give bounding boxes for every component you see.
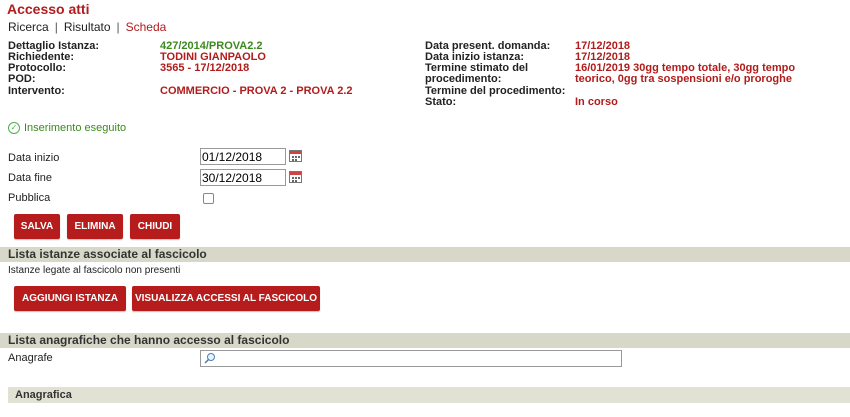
label-termine-procedimento: Termine del procedimento: xyxy=(425,85,566,97)
label-pod: POD: xyxy=(8,73,36,85)
label-dettaglio-istanza: Dettaglio Istanza: xyxy=(8,40,100,52)
value-data-present-domanda: 17/12/2018 xyxy=(575,40,631,52)
salva-button[interactable]: SALVA xyxy=(14,214,60,239)
label-anagrafe: Anagrafe xyxy=(8,352,53,364)
label-pubblica: Pubblica xyxy=(8,192,51,204)
value-termine-stimato: 16/01/2019 30gg tempo totale, 30gg tempo xyxy=(575,62,796,74)
label-termine-stimato: Termine stimato del xyxy=(425,62,529,74)
value-dettaglio-istanza: 427/2014/PROVA2.2 xyxy=(160,40,263,52)
breadcrumb-scheda[interactable]: Scheda xyxy=(126,20,167,34)
instance-details: Dettaglio Istanza: 427/2014/PROVA2.2 Ric… xyxy=(0,41,850,111)
value-data-inizio-istanza: 17/12/2018 xyxy=(575,51,631,63)
chiudi-button[interactable]: CHIUDI xyxy=(130,214,180,239)
visualizza-accessi-button[interactable]: VISUALIZZA ACCESSI AL FASCICOLO xyxy=(132,286,320,311)
data-inizio-input[interactable] xyxy=(200,148,286,165)
value-protocollo: 3565 - 17/12/2018 xyxy=(160,62,250,74)
label-intervento: Intervento: xyxy=(8,85,65,97)
value-stato: In corso xyxy=(575,96,618,108)
label-protocollo: Protocollo: xyxy=(8,62,67,74)
elimina-button[interactable]: ELIMINA xyxy=(67,214,123,239)
status-message: ✓ Inserimento eseguito xyxy=(8,122,126,134)
calendar-icon[interactable] xyxy=(289,171,302,183)
check-circle-icon: ✓ xyxy=(8,122,20,134)
search-icon[interactable] xyxy=(204,352,216,364)
anagrafica-table-header: Anagrafica xyxy=(8,387,850,403)
pubblica-checkbox[interactable] xyxy=(203,193,214,204)
aggiungi-istanza-button[interactable]: AGGIUNGI ISTANZA xyxy=(14,286,126,311)
anagrafiche-section-header: Lista anagrafiche che hanno accesso al f… xyxy=(0,333,850,348)
label-data-inizio: Data inizio xyxy=(8,152,60,164)
anagrafe-search-input[interactable] xyxy=(200,350,622,367)
label-stato: Stato: xyxy=(425,96,457,108)
page-title: Accesso atti xyxy=(7,1,90,17)
breadcrumb-separator: | xyxy=(116,20,120,34)
value-termine-stimato-cont: teorico, 0gg tra sospensioni e/o prorogh… xyxy=(575,73,792,85)
data-fine-input[interactable] xyxy=(200,169,286,186)
istanze-empty-text: Istanze legate al fascicolo non presenti xyxy=(8,265,181,276)
label-data-inizio-istanza: Data inizio istanza: xyxy=(425,51,525,63)
label-data-present-domanda: Data present. domanda: xyxy=(425,40,551,52)
label-richiedente: Richiedente: xyxy=(8,51,75,63)
breadcrumb-risultato[interactable]: Risultato xyxy=(64,20,111,34)
breadcrumb-ricerca[interactable]: Ricerca xyxy=(8,20,49,34)
status-text: Inserimento eseguito xyxy=(24,122,127,134)
istanze-section-header: Lista istanze associate al fascicolo xyxy=(0,247,850,262)
value-intervento: COMMERCIO - PROVA 2 - PROVA 2.2 xyxy=(160,85,353,97)
label-termine-stimato-cont: procedimento: xyxy=(425,73,502,85)
value-richiedente: TODINI GIANPAOLO xyxy=(160,51,266,63)
label-data-fine: Data fine xyxy=(8,172,53,184)
breadcrumb-separator: | xyxy=(54,20,58,34)
breadcrumb: Ricerca | Risultato | Scheda xyxy=(8,20,166,34)
calendar-icon[interactable] xyxy=(289,150,302,162)
